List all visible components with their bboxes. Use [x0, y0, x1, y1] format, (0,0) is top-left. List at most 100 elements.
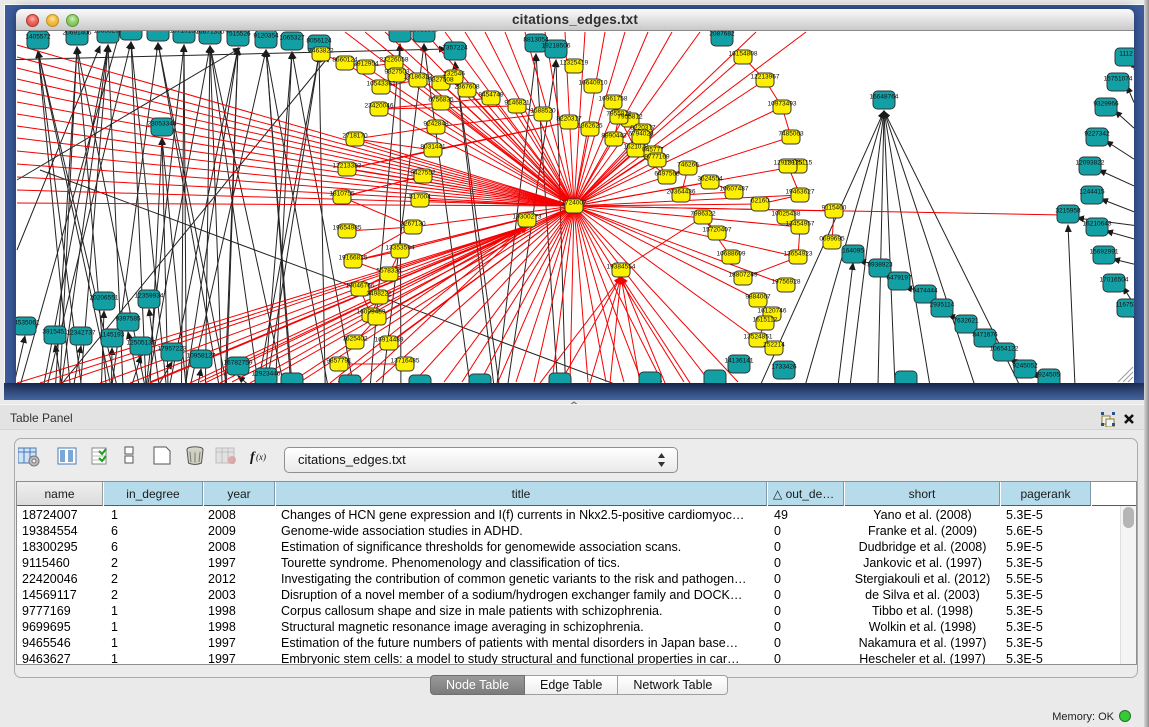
svg-text:11325419: 11325419: [560, 60, 589, 67]
svg-text:9227342: 9227342: [1084, 131, 1110, 138]
svg-text:16033809: 16033809: [410, 31, 439, 34]
svg-text:13716485: 13716485: [391, 358, 420, 365]
svg-text:12359934: 12359934: [135, 293, 164, 300]
svg-text:1065327: 1065327: [279, 35, 305, 42]
svg-text:62160: 62160: [751, 198, 769, 205]
svg-text:23420046: 23420046: [365, 103, 394, 110]
svg-text:15692991: 15692991: [1090, 249, 1119, 256]
svg-text:3624554: 3624554: [697, 176, 723, 183]
svg-text:7986322: 7986322: [690, 211, 716, 218]
svg-text:3498222: 3498222: [366, 291, 392, 298]
svg-text:9777169: 9777169: [644, 154, 670, 161]
svg-text:1527602: 1527602: [118, 31, 144, 32]
svg-text:6466160: 6466160: [145, 31, 171, 33]
svg-text:16782759: 16782759: [224, 360, 253, 367]
svg-text:1362625: 1362625: [577, 123, 603, 130]
svg-text:13654923: 13654923: [784, 251, 813, 258]
svg-text:7485063: 7485063: [778, 131, 804, 138]
svg-text:8938923: 8938923: [867, 262, 893, 269]
svg-text:8056124: 8056124: [306, 38, 332, 45]
svg-text:9397585: 9397585: [115, 316, 141, 323]
svg-text:517004: 517004: [409, 194, 431, 201]
svg-text:9329966: 9329966: [1093, 101, 1119, 108]
svg-text:1724007: 1724007: [561, 200, 587, 207]
svg-text:7632621: 7632621: [953, 318, 979, 325]
svg-text:9120354: 9120354: [253, 33, 279, 40]
svg-text:12505135: 12505135: [127, 340, 156, 347]
svg-text:16154808: 16154808: [729, 51, 758, 58]
svg-text:14136141: 14136141: [725, 358, 754, 365]
svg-text:10958127: 10958127: [187, 353, 216, 360]
svg-text:1588520: 1588520: [530, 108, 556, 115]
svg-text:232546: 232546: [443, 71, 465, 78]
svg-text:13454957: 13454957: [786, 221, 815, 228]
svg-text:8220317: 8220317: [556, 116, 582, 123]
svg-text:12975125: 12975125: [774, 160, 803, 167]
svg-text:746266: 746266: [677, 162, 699, 169]
svg-text:10973493: 10973493: [768, 101, 797, 108]
svg-text:10688609: 10688609: [717, 251, 746, 258]
svg-text:9115460: 9115460: [822, 205, 847, 212]
svg-text:20691406: 20691406: [63, 31, 92, 37]
svg-text:7625402: 7625402: [342, 336, 368, 343]
svg-text:9242848: 9242848: [423, 121, 449, 128]
svg-text:19166825: 19166825: [339, 255, 368, 262]
svg-text:3915451: 3915451: [42, 329, 68, 336]
svg-text:10025438: 10025438: [772, 211, 801, 218]
svg-text:0699695: 0699695: [819, 236, 845, 243]
svg-text:16210643: 16210643: [1083, 221, 1112, 228]
svg-text:10543362: 10543362: [367, 81, 396, 88]
svg-text:12923446: 12923446: [252, 371, 281, 378]
svg-text:12213967: 12213967: [751, 74, 780, 81]
svg-text:1810755: 1810755: [329, 191, 355, 198]
svg-text:7515526: 7515526: [225, 31, 251, 38]
svg-text:12342737: 12342737: [67, 330, 96, 337]
svg-text:19384554: 19384554: [607, 264, 636, 271]
svg-text:16671355: 16671355: [196, 31, 225, 36]
svg-text:10607487: 10607487: [720, 186, 749, 193]
svg-text:8031441: 8031441: [420, 144, 446, 151]
svg-text:15751074: 15751074: [1104, 76, 1133, 83]
svg-text:3912954: 3912954: [353, 61, 379, 68]
svg-text:3215958: 3215958: [1055, 208, 1081, 215]
svg-text:2935114: 2935114: [930, 302, 955, 309]
svg-text:9884067: 9884067: [745, 294, 771, 301]
svg-text:2087682: 2087682: [709, 31, 735, 38]
svg-text:19756928: 19756928: [772, 279, 801, 286]
svg-text:19463627: 19463627: [786, 189, 815, 196]
svg-text:645777: 645777: [642, 147, 664, 154]
svg-text:19654985: 19654985: [333, 225, 362, 232]
svg-text:10654122: 10654122: [990, 346, 1019, 353]
svg-text:23053346: 23053346: [148, 121, 177, 128]
svg-text:8454749: 8454749: [478, 92, 504, 99]
svg-text:5578334: 5578334: [376, 268, 402, 275]
svg-text:10653267: 10653267: [94, 31, 123, 35]
svg-text:8471676: 8471676: [972, 332, 998, 339]
svg-text:9146821: 9146821: [504, 100, 530, 107]
svg-text:252214: 252214: [763, 342, 785, 349]
svg-text:2367608: 2367608: [454, 84, 480, 91]
svg-text:2718170: 2718170: [342, 133, 368, 140]
svg-text:1615112: 1615112: [753, 317, 778, 324]
svg-text:16914489: 16914489: [375, 337, 404, 344]
svg-text:16099489: 16099489: [357, 309, 386, 316]
svg-text:23226058: 23226058: [380, 57, 409, 64]
svg-text:16648764: 16648764: [870, 94, 899, 101]
svg-text:17957223: 17957223: [158, 346, 187, 353]
svg-text:1244415: 1244415: [1079, 189, 1105, 196]
svg-text:9857791: 9857791: [326, 358, 352, 365]
svg-text:164095: 164095: [842, 248, 864, 255]
svg-text:9327508: 9327508: [428, 77, 454, 84]
svg-text:9427552: 9427552: [410, 170, 436, 177]
svg-text:17016504: 17016504: [1100, 277, 1129, 284]
svg-text:9474444: 9474444: [912, 288, 938, 295]
svg-text:1167534: 1167534: [1116, 302, 1134, 309]
svg-text:14535061: 14535061: [16, 320, 40, 327]
svg-text:10046766: 10046766: [346, 283, 375, 290]
svg-text:6497568: 6497568: [654, 171, 680, 178]
svg-text:7463822: 7463822: [308, 48, 334, 55]
svg-text:3267130: 3267130: [400, 221, 426, 228]
svg-text:1112: 1112: [1119, 51, 1133, 58]
svg-text:16120746: 16120746: [758, 308, 787, 315]
svg-text:13353594: 13353594: [386, 245, 415, 252]
